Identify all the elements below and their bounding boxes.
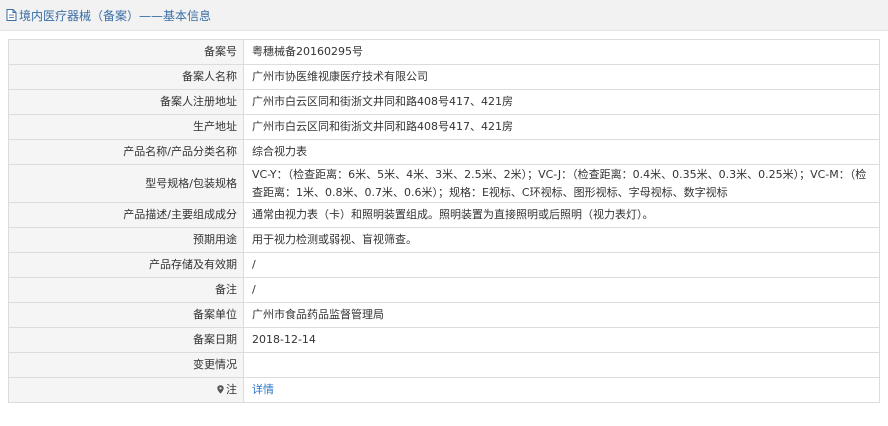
row-label: 产品描述/主要组成成分 bbox=[8, 202, 244, 228]
row-value: 用于视力检测或弱视、盲视筛查。 bbox=[243, 227, 880, 253]
row-value: VC-Y：（检查距离：6米、5米、4米、3米、2.5米、2米）；VC-J：（检查… bbox=[243, 164, 880, 203]
row-value: 通常由视力表（卡）和照明装置组成。照明装置为直接照明或后照明（视力表灯）。 bbox=[243, 202, 880, 228]
table-row: 型号规格/包装规格 VC-Y：（检查距离：6米、5米、4米、3米、2.5米、2米… bbox=[8, 164, 880, 203]
note-value-cell: 详情 bbox=[243, 377, 880, 403]
table-row: 预期用途 用于视力检测或弱视、盲视筛查。 bbox=[8, 227, 880, 253]
table-row: 产品描述/主要组成成分 通常由视力表（卡）和照明装置组成。照明装置为直接照明或后… bbox=[8, 202, 880, 228]
page-title: 境内医疗器械（备案）——基本信息 bbox=[19, 8, 212, 23]
row-label: 备注 bbox=[8, 277, 244, 303]
row-value: 综合视力表 bbox=[243, 139, 880, 165]
note-row: 注 详情 bbox=[8, 377, 880, 403]
row-label: 预期用途 bbox=[8, 227, 244, 253]
table-row: 生产地址 广州市白云区同和街浙文井同和路408号417、421房 bbox=[8, 114, 880, 140]
row-label: 备案单位 bbox=[8, 302, 244, 328]
row-value: 2018-12-14 bbox=[243, 327, 880, 353]
basic-info-table: 备案号 粤穗械备20160295号 备案人名称 广州市协医维视康医疗技术有限公司… bbox=[8, 39, 880, 403]
table-row: 备案人名称 广州市协医维视康医疗技术有限公司 bbox=[8, 64, 880, 90]
row-value bbox=[243, 352, 880, 378]
row-value: 广州市食品药品监督管理局 bbox=[243, 302, 880, 328]
table-row: 备注 / bbox=[8, 277, 880, 303]
table-row: 变更情况 bbox=[8, 352, 880, 378]
row-value: 广州市协医维视康医疗技术有限公司 bbox=[243, 64, 880, 90]
row-label: 备案日期 bbox=[8, 327, 244, 353]
pin-icon bbox=[217, 385, 224, 394]
document-icon bbox=[6, 9, 17, 21]
row-label: 备案号 bbox=[8, 39, 244, 65]
row-value: 粤穗械备20160295号 bbox=[243, 39, 880, 65]
row-value: / bbox=[243, 277, 880, 303]
page-header: 境内医疗器械（备案）——基本信息 bbox=[0, 0, 888, 31]
row-value: 广州市白云区同和街浙文井同和路408号417、421房 bbox=[243, 114, 880, 140]
table-row: 备案日期 2018-12-14 bbox=[8, 327, 880, 353]
row-label: 产品存储及有效期 bbox=[8, 252, 244, 278]
note-label: 注 bbox=[226, 383, 237, 396]
note-label-cell: 注 bbox=[8, 377, 244, 403]
row-value: / bbox=[243, 252, 880, 278]
row-label: 型号规格/包装规格 bbox=[8, 164, 244, 203]
row-label: 备案人名称 bbox=[8, 64, 244, 90]
table-row: 备案人注册地址 广州市白云区同和街浙文井同和路408号417、421房 bbox=[8, 89, 880, 115]
table-row: 备案号 粤穗械备20160295号 bbox=[8, 39, 880, 65]
row-label: 变更情况 bbox=[8, 352, 244, 378]
table-row: 产品名称/产品分类名称 综合视力表 bbox=[8, 139, 880, 165]
row-label: 生产地址 bbox=[8, 114, 244, 140]
table-row: 备案单位 广州市食品药品监督管理局 bbox=[8, 302, 880, 328]
table-row: 产品存储及有效期 / bbox=[8, 252, 880, 278]
row-value: 广州市白云区同和街浙文井同和路408号417、421房 bbox=[243, 89, 880, 115]
row-label: 备案人注册地址 bbox=[8, 89, 244, 115]
row-label: 产品名称/产品分类名称 bbox=[8, 139, 244, 165]
details-link[interactable]: 详情 bbox=[252, 383, 274, 396]
